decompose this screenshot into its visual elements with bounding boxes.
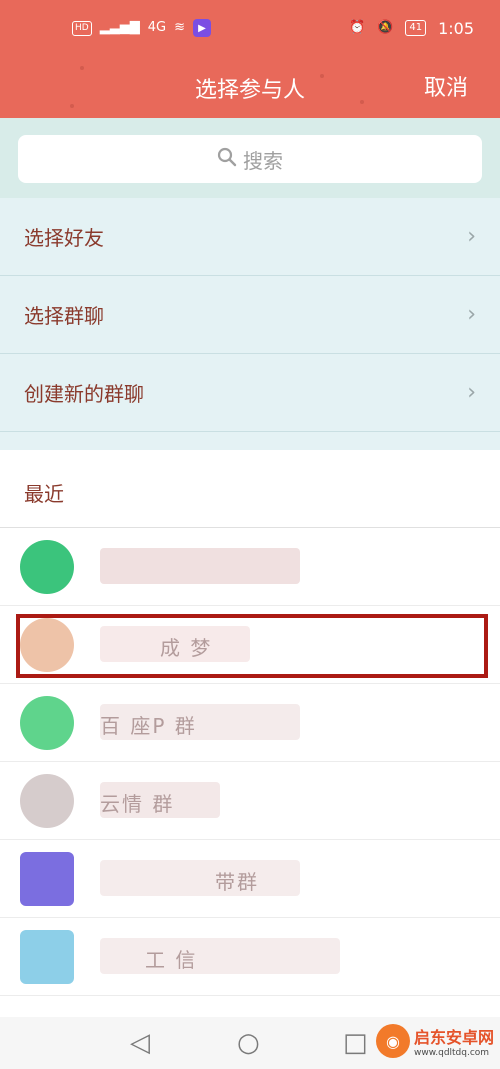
- search-icon: [217, 147, 237, 172]
- contact-row[interactable]: 成 梦: [0, 606, 500, 684]
- avatar: [20, 774, 74, 828]
- contact-row[interactable]: 百 座P 群: [0, 684, 500, 762]
- chevron-right-icon: ›: [467, 380, 476, 405]
- blurred-name: [100, 860, 300, 896]
- contact-name: 百 座P 群: [100, 714, 197, 738]
- status-right: ⏰ 🔕 41 1:05: [349, 18, 474, 38]
- avatar: [20, 930, 74, 984]
- home-button[interactable]: ○: [237, 1029, 260, 1057]
- select-friends-item[interactable]: 选择好友 ›: [0, 198, 500, 276]
- contact-row[interactable]: [0, 528, 500, 606]
- recent-section-label: 最近: [24, 482, 64, 506]
- watermark-text: 启东安卓网 www.qdltdq.com: [414, 1024, 494, 1058]
- watermark-logo-icon: ◉: [375, 1024, 410, 1058]
- contact-row[interactable]: 云情 群: [0, 762, 500, 840]
- watermark: ◉ 启东安卓网 www.qdltdq.com: [375, 1024, 494, 1058]
- header-texture-dot: [80, 66, 84, 70]
- clock: 1:05: [438, 18, 474, 38]
- avatar: [20, 696, 74, 750]
- cancel-button[interactable]: 取消: [424, 70, 468, 102]
- search-placeholder: 搜索: [243, 148, 283, 173]
- menu-item-label: 选择好友: [24, 226, 104, 250]
- avatar: [20, 540, 74, 594]
- watermark-sub: www.qdltdq.com: [413, 1048, 490, 1058]
- contact-row[interactable]: 工 信: [0, 918, 500, 996]
- contact-name: 云情 群: [100, 792, 175, 816]
- contact-name: 成 梦: [160, 636, 213, 660]
- blurred-name: [100, 548, 300, 584]
- search-area: 搜索: [0, 118, 500, 198]
- hd-icon: HD: [72, 20, 92, 36]
- network-type: 4G: [147, 20, 167, 35]
- chevron-right-icon: ›: [467, 224, 476, 249]
- recents-button[interactable]: □: [343, 1029, 368, 1057]
- contact-row[interactable]: 带群: [0, 840, 500, 918]
- status-left: HD ▂▃▅▇ 4G ≋ ▶: [72, 18, 211, 38]
- battery-icon: 41: [405, 20, 427, 36]
- app-notification-icon: ▶: [192, 19, 211, 37]
- menu-item-label: 选择群聊: [24, 304, 104, 328]
- create-new-group-item[interactable]: 创建新的群聊 ›: [0, 354, 500, 432]
- contact-name: 工 信: [145, 948, 198, 972]
- watermark-main: 启东安卓网: [413, 1028, 494, 1047]
- back-button[interactable]: ◁: [130, 1029, 150, 1057]
- header-texture-dot: [70, 104, 74, 108]
- wifi-icon: ≋: [174, 20, 185, 35]
- avatar: [20, 852, 74, 906]
- mute-icon: 🔕: [377, 20, 394, 35]
- chevron-right-icon: ›: [467, 302, 476, 327]
- alarm-icon: ⏰: [348, 20, 366, 35]
- avatar: [20, 618, 74, 672]
- search-input[interactable]: 搜索: [18, 135, 482, 183]
- cellular-signal-icon: ▂▃▅▇: [99, 20, 140, 35]
- blurred-name: [100, 938, 340, 974]
- select-group-chat-item[interactable]: 选择群聊 ›: [0, 276, 500, 354]
- status-bar: HD ▂▃▅▇ 4G ≋ ▶ ⏰ 🔕 41 1:05: [0, 0, 500, 60]
- selection-menu: 选择好友 › 选择群聊 › 创建新的群聊 ›: [0, 198, 500, 450]
- top-app-bar: 选择参与人 取消: [0, 60, 500, 118]
- contact-name: 带群: [215, 870, 259, 894]
- menu-item-label: 创建新的群聊: [24, 382, 144, 406]
